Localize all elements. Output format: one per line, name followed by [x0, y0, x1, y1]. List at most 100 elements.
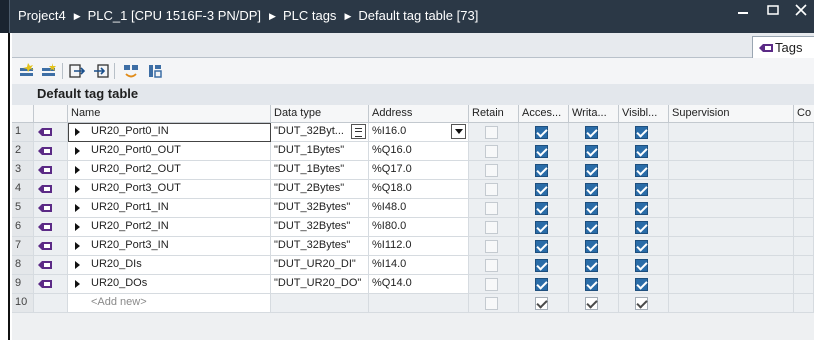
write-cell[interactable] — [569, 237, 619, 256]
address-dropdown-icon[interactable] — [451, 124, 466, 139]
retain-cell[interactable] — [469, 218, 519, 237]
tag-name-cell[interactable]: UR20_Port0_OUT — [68, 142, 271, 161]
access-checkbox[interactable] — [535, 259, 548, 272]
visible-cell[interactable] — [619, 161, 669, 180]
row-number[interactable]: 3 — [12, 161, 34, 180]
breadcrumb-plc[interactable]: PLC_1 [CPU 1516F-3 PN/DP] — [88, 8, 261, 23]
row-number[interactable]: 9 — [12, 275, 34, 294]
visible-cell[interactable] — [619, 218, 669, 237]
minimize-icon[interactable] — [732, 3, 754, 17]
access-checkbox[interactable] — [535, 221, 548, 234]
tag-name-cell[interactable]: UR20_DIs — [68, 256, 271, 275]
column-header-name[interactable]: Name — [68, 105, 271, 123]
visible-checkbox[interactable] — [635, 164, 648, 177]
write-cell[interactable] — [569, 161, 619, 180]
write-cell[interactable] — [569, 142, 619, 161]
table-row[interactable]: 3 UR20_Port2_OUT "DUT_1Bytes" %Q17.0 — [12, 161, 814, 180]
visible-cell[interactable] — [619, 199, 669, 218]
table-row[interactable]: 9 UR20_DOs "DUT_UR20_DO" %Q14.0 — [12, 275, 814, 294]
tag-name-cell[interactable]: UR20_Port3_OUT — [68, 180, 271, 199]
comment-cell[interactable] — [794, 161, 814, 180]
write-checkbox[interactable] — [585, 183, 598, 196]
write-cell[interactable] — [569, 256, 619, 275]
address-cell[interactable]: %I16.0 — [369, 123, 469, 142]
comment-cell[interactable] — [794, 180, 814, 199]
write-cell[interactable] — [569, 123, 619, 142]
expand-arrow-icon[interactable] — [75, 128, 80, 136]
data-type-cell[interactable]: "DUT_1Bytes" — [271, 161, 369, 180]
data-type-cell[interactable]: "DUT_32Bytes" — [271, 218, 369, 237]
write-cell[interactable] — [569, 275, 619, 294]
export-icon[interactable] — [68, 62, 86, 80]
visible-checkbox[interactable] — [635, 183, 648, 196]
supervision-cell[interactable] — [669, 123, 794, 142]
retain-cell[interactable] — [469, 142, 519, 161]
supervision-cell[interactable] — [669, 237, 794, 256]
supervision-cell[interactable] — [669, 218, 794, 237]
table-row[interactable]: 7 UR20_Port3_IN "DUT_32Bytes" %I112.0 — [12, 237, 814, 256]
supervision-cell[interactable] — [669, 180, 794, 199]
supervision-cell[interactable] — [669, 256, 794, 275]
retain-cell[interactable] — [469, 123, 519, 142]
column-header-retain[interactable]: Retain — [469, 105, 519, 123]
access-cell[interactable] — [519, 275, 569, 294]
table-row[interactable]: 6 UR20_Port2_IN "DUT_32Bytes" %I80.0 — [12, 218, 814, 237]
row-number[interactable]: 1 — [12, 123, 34, 142]
row-number[interactable]: 5 — [12, 199, 34, 218]
comment-cell[interactable] — [794, 199, 814, 218]
access-checkbox[interactable] — [535, 240, 548, 253]
expand-arrow-icon[interactable] — [75, 280, 80, 288]
column-header-comment[interactable]: Co — [794, 105, 814, 123]
visible-checkbox[interactable] — [635, 259, 648, 272]
write-checkbox[interactable] — [585, 240, 598, 253]
write-cell[interactable] — [569, 180, 619, 199]
access-cell[interactable] — [519, 142, 569, 161]
data-type-cell[interactable]: "DUT_UR20_DO" — [271, 275, 369, 294]
visible-checkbox[interactable] — [635, 240, 648, 253]
table-row[interactable]: 8 UR20_DIs "DUT_UR20_DI" %I14.0 — [12, 256, 814, 275]
row-number[interactable]: 4 — [12, 180, 34, 199]
visible-cell[interactable] — [619, 256, 669, 275]
access-cell[interactable] — [519, 218, 569, 237]
expand-arrow-icon[interactable] — [75, 223, 80, 231]
row-number[interactable]: 2 — [12, 142, 34, 161]
row-number[interactable]: 6 — [12, 218, 34, 237]
expand-arrow-icon[interactable] — [75, 147, 80, 155]
access-cell[interactable] — [519, 199, 569, 218]
column-header-accessible[interactable]: Acces... — [519, 105, 569, 123]
expand-arrow-icon[interactable] — [75, 242, 80, 250]
close-icon[interactable] — [790, 3, 812, 17]
access-checkbox[interactable] — [535, 145, 548, 158]
visible-checkbox[interactable] — [635, 221, 648, 234]
access-checkbox[interactable] — [535, 126, 548, 139]
add-row-icon[interactable] — [40, 62, 58, 80]
access-cell[interactable] — [519, 123, 569, 142]
comment-cell[interactable] — [794, 256, 814, 275]
supervision-cell[interactable] — [669, 199, 794, 218]
comment-cell[interactable] — [794, 218, 814, 237]
tag-name-cell[interactable]: UR20_Port2_OUT — [68, 161, 271, 180]
visible-checkbox[interactable] — [635, 145, 648, 158]
visible-checkbox[interactable] — [635, 278, 648, 291]
row-number[interactable]: 8 — [12, 256, 34, 275]
expand-arrow-icon[interactable] — [75, 261, 80, 269]
address-cell[interactable]: %I80.0 — [369, 218, 469, 237]
column-header-writable[interactable]: Writa... — [569, 105, 619, 123]
tag-name-cell[interactable]: UR20_Port0_IN — [68, 123, 271, 142]
add-new-row[interactable]: 10 <Add new> — [12, 294, 814, 313]
write-checkbox[interactable] — [585, 126, 598, 139]
access-checkbox[interactable] — [535, 164, 548, 177]
visible-cell[interactable] — [619, 237, 669, 256]
retain-cell[interactable] — [469, 275, 519, 294]
add-new-cell[interactable]: <Add new> — [68, 294, 271, 313]
column-header-data-type[interactable]: Data type — [271, 105, 369, 123]
retain-cell[interactable] — [469, 237, 519, 256]
supervision-cell[interactable] — [669, 275, 794, 294]
monitor-icon[interactable] — [122, 62, 140, 80]
expand-arrow-icon[interactable] — [75, 185, 80, 193]
tag-name-cell[interactable]: UR20_DOs — [68, 275, 271, 294]
table-row[interactable]: 5 UR20_Port1_IN "DUT_32Bytes" %I48.0 — [12, 199, 814, 218]
write-cell[interactable] — [569, 218, 619, 237]
data-type-cell[interactable]: "DUT_32Bytes" — [271, 199, 369, 218]
access-checkbox[interactable] — [535, 278, 548, 291]
